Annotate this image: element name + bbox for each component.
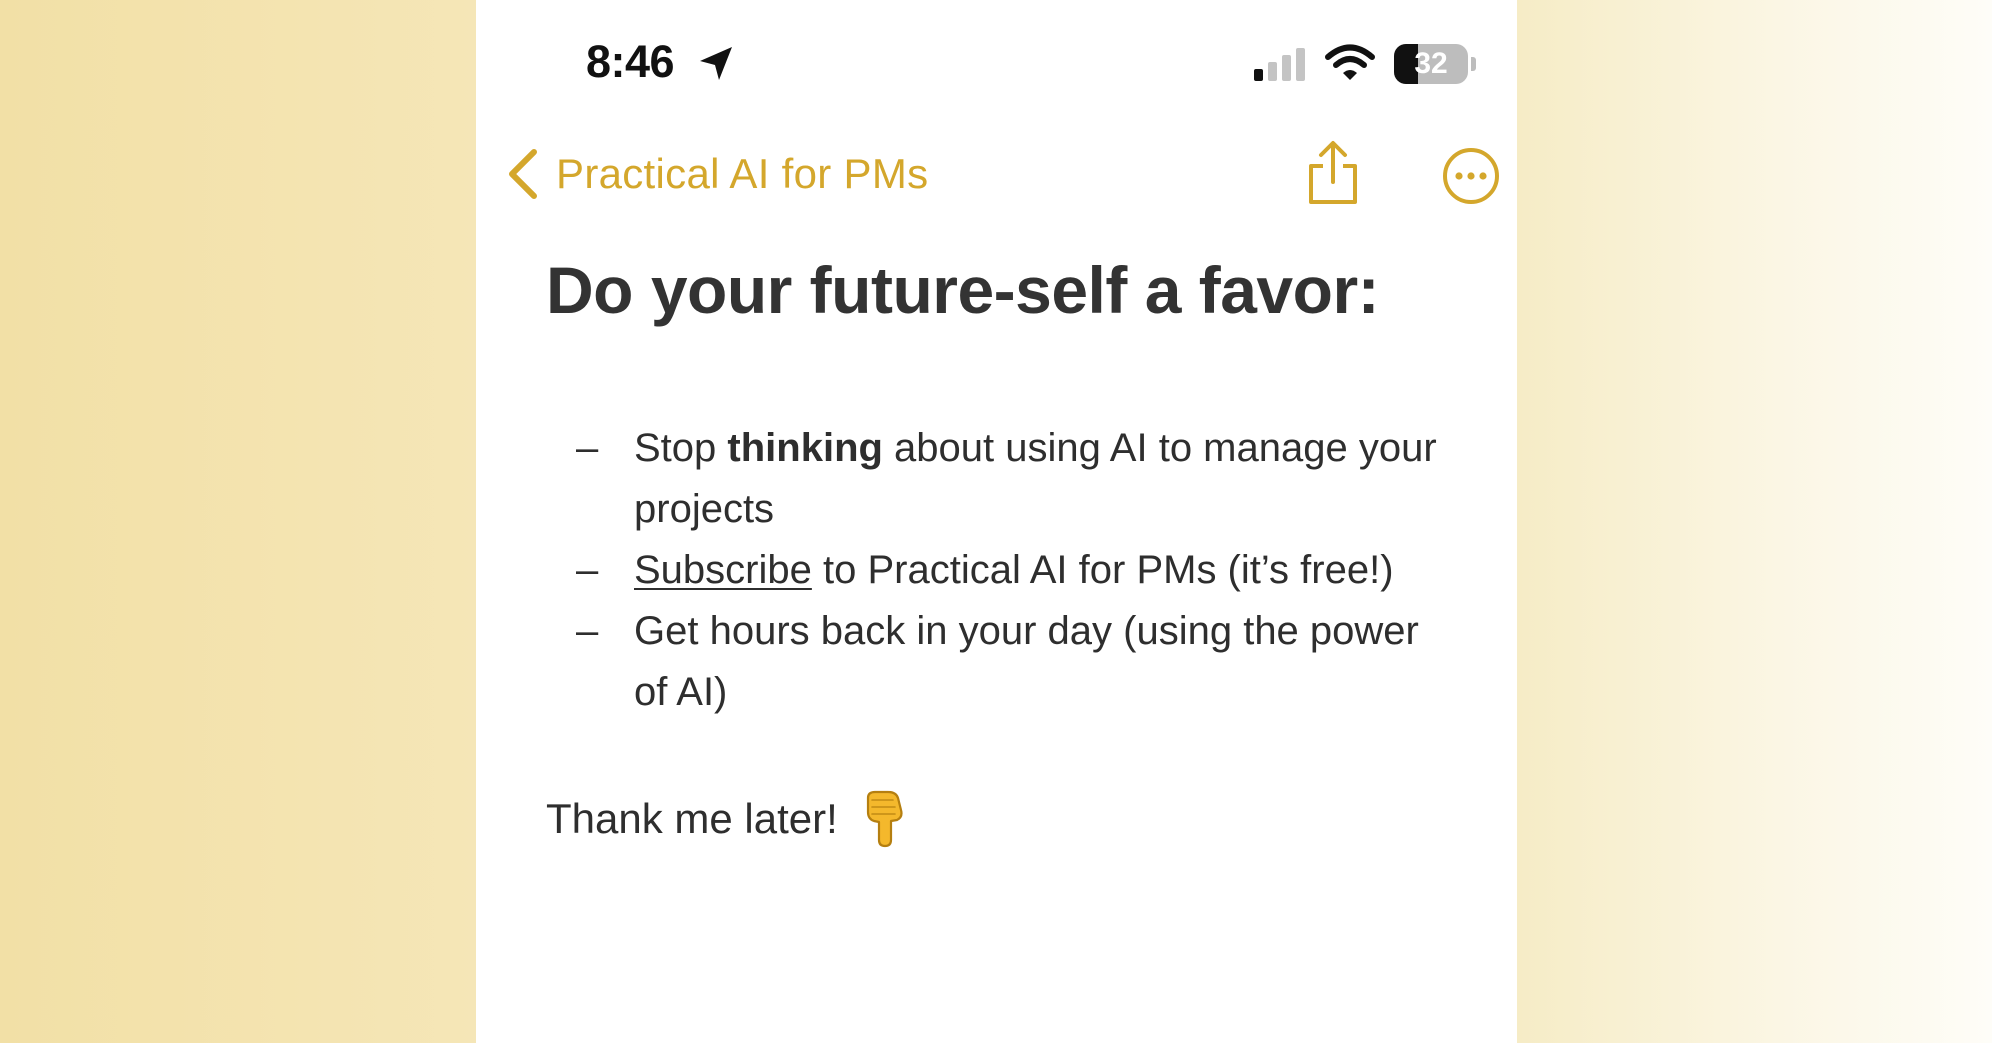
battery-icon: 32 [1394, 44, 1478, 84]
battery-percentage: 32 [1414, 47, 1448, 80]
background-left-panel [0, 0, 476, 1043]
note-title: Do your future-self a favor: [546, 253, 1380, 327]
battery-body: 32 [1394, 44, 1468, 84]
list-item: – Get hours back in your day (using the … [576, 601, 1456, 723]
phone-screen: 8:46 32 Practical AI for PMs Do your fut… [476, 0, 1517, 1043]
list-item: – Subscribe to Practical AI for PMs (it’… [576, 540, 1456, 601]
note-bullet-list: – Stop thinking about using AI to manage… [576, 418, 1456, 723]
list-item-text: Stop thinking about using AI to manage y… [634, 418, 1456, 540]
list-item-text: Get hours back in your day (using the po… [634, 609, 1419, 714]
wifi-icon [1325, 44, 1375, 80]
list-bullet: – [576, 426, 599, 470]
status-time: 8:46 [586, 36, 675, 87]
subscribe-link[interactable]: Subscribe [634, 548, 812, 592]
more-icon[interactable] [1442, 147, 1500, 205]
list-bullet: – [576, 548, 599, 592]
share-icon[interactable] [1306, 140, 1360, 206]
text-run: Stop [634, 426, 728, 470]
back-button-label: Practical AI for PMs [556, 150, 929, 197]
list-bullet: – [576, 609, 599, 653]
battery-cap [1471, 57, 1476, 71]
background-right-panel [1517, 0, 1992, 1043]
cellular-signal-icon [1254, 48, 1305, 81]
back-button[interactable]: Practical AI for PMs [506, 148, 928, 200]
text-run: to Practical AI for PMs (it’s free!) [811, 548, 1394, 592]
list-item: – Stop thinking about using AI to manage… [576, 418, 1456, 540]
list-item-text: Subscribe to Practical AI for PMs (it’s … [634, 540, 1456, 601]
bold-text: thinking [727, 426, 883, 470]
closing-line: Thank me later! [546, 790, 906, 848]
closing-text: Thank me later! [546, 795, 838, 842]
pointing-down-hand-icon [866, 790, 903, 848]
chevron-left-icon [509, 149, 537, 199]
location-arrow-icon [700, 47, 732, 80]
